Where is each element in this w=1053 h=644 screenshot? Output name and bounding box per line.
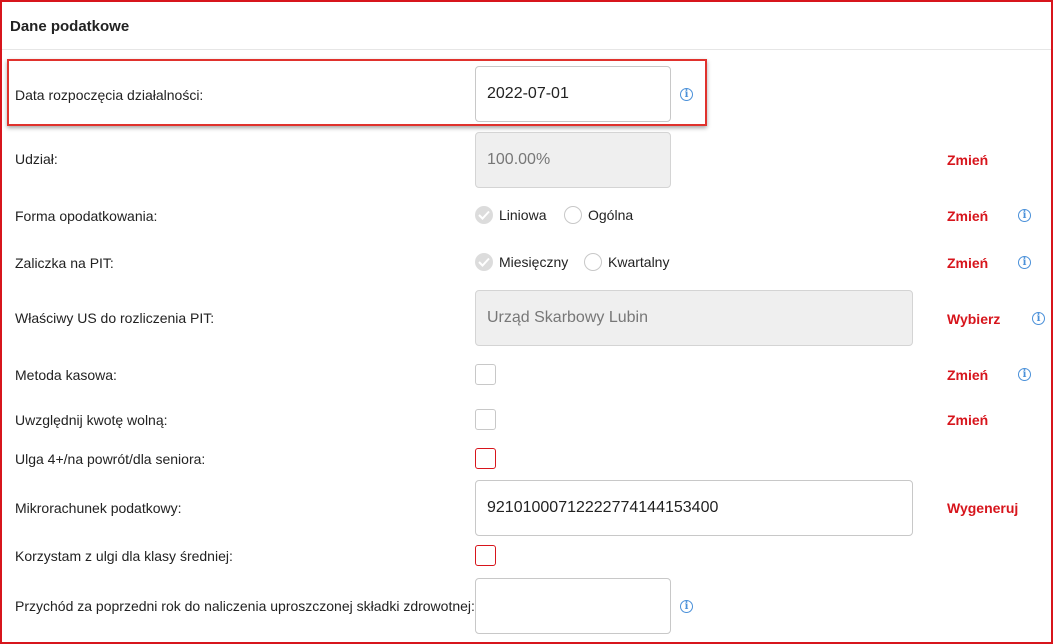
prev-income-label: Przychód za poprzedni rok do naliczenia … — [15, 598, 475, 614]
cash-method-checkbox[interactable] — [475, 364, 496, 385]
start-date-info-icon[interactable]: i — [680, 88, 693, 101]
tax-office-value: Urząd Skarbowy Lubin — [487, 309, 648, 326]
pit-advance-option-label: Miesięczny — [499, 254, 569, 270]
radio-empty-icon — [584, 253, 602, 271]
micro-account-input[interactable]: 92101000712222774144153400 — [475, 480, 913, 536]
tax-form-change-button[interactable]: Zmień — [947, 208, 988, 224]
start-date-input[interactable]: 2022-07-01 — [475, 66, 671, 122]
share-value: 100.00% — [487, 151, 551, 168]
relief-checkbox[interactable] — [475, 448, 496, 469]
radio-checked-icon — [475, 206, 493, 224]
prev-income-input[interactable] — [475, 578, 671, 634]
start-date-label: Data rozpoczęcia działalności: — [15, 87, 204, 103]
micro-account-label: Mikrorachunek podatkowy: — [15, 500, 182, 516]
micro-account-value: 92101000712222774144153400 — [487, 499, 719, 516]
tax-form-option-label: Liniowa — [499, 207, 547, 223]
radio-empty-icon — [564, 206, 582, 224]
share-input: 100.00% — [475, 132, 671, 188]
cash-method-info-icon[interactable]: i — [1018, 368, 1031, 381]
middle-class-label: Korzystam z ulgi dla klasy średniej: — [15, 548, 233, 564]
middle-class-checkbox[interactable] — [475, 545, 496, 566]
pit-advance-option-label: Kwartalny — [608, 254, 670, 270]
tax-free-change-button[interactable]: Zmień — [947, 412, 988, 428]
pit-advance-option-quarterly[interactable]: Kwartalny — [584, 253, 669, 271]
radio-checked-icon — [475, 253, 493, 271]
tax-office-input: Urząd Skarbowy Lubin — [475, 290, 913, 346]
start-date-value: 2022-07-01 — [487, 85, 569, 102]
tax-form-option-liniowa[interactable]: Liniowa — [475, 206, 546, 224]
pit-advance-option-monthly[interactable]: Miesięczny — [475, 253, 568, 271]
prev-income-info-icon[interactable]: i — [680, 600, 693, 613]
section-header: Dane podatkowe — [2, 2, 1051, 50]
tax-office-select-button[interactable]: Wybierz — [947, 311, 1000, 327]
tax-form-label: Forma opodatkowania: — [15, 208, 158, 224]
micro-account-generate-button[interactable]: Wygeneruj — [947, 500, 1018, 516]
tax-form-option-ogolna[interactable]: Ogólna — [564, 206, 633, 224]
pit-advance-label: Zaliczka na PIT: — [15, 255, 114, 271]
cash-method-change-button[interactable]: Zmień — [947, 367, 988, 383]
tax-form-option-label: Ogólna — [588, 207, 634, 223]
relief-label: Ulga 4+/na powrót/dla seniora: — [15, 451, 206, 467]
cash-method-label: Metoda kasowa: — [15, 367, 117, 383]
pit-advance-change-button[interactable]: Zmień — [947, 255, 988, 271]
tax-office-info-icon[interactable]: i — [1032, 312, 1045, 325]
section-title: Dane podatkowe — [10, 18, 130, 35]
tax-free-label: Uwzględnij kwotę wolną: — [15, 412, 168, 428]
tax-form-info-icon[interactable]: i — [1018, 209, 1031, 222]
share-change-button[interactable]: Zmień — [947, 152, 988, 168]
share-label: Udział: — [15, 151, 58, 167]
pit-advance-info-icon[interactable]: i — [1018, 256, 1031, 269]
tax-office-label: Właściwy US do rozliczenia PIT: — [15, 310, 215, 326]
tax-free-checkbox[interactable] — [475, 409, 496, 430]
